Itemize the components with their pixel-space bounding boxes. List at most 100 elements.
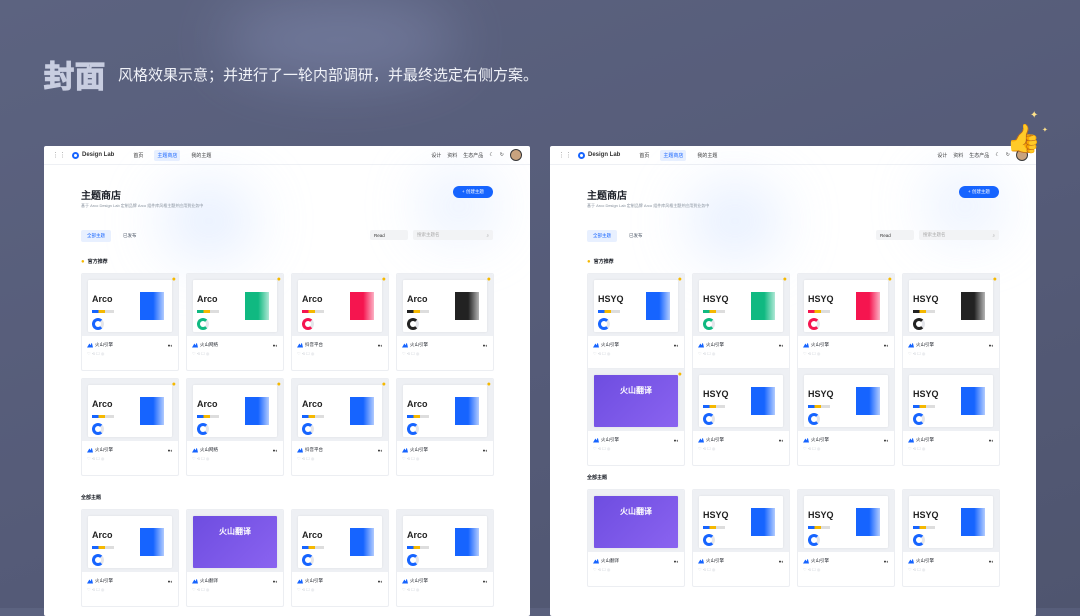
theme-card[interactable]: HSYQ ● 火山引擎 ●◐ ♡ ⟲ ☐ ◎ <box>797 273 895 371</box>
theme-card[interactable]: Arco 火山引擎 ●◐ ♡ ⟲ ☐ ◎ <box>396 509 494 607</box>
brand-logo-icon <box>593 558 599 564</box>
theme-card[interactable]: HSYQ 火山引擎 ●◐ ♡ ⟲ ☐ ◎ <box>692 489 790 587</box>
nav-docs[interactable]: 资料 <box>447 152 457 159</box>
theme-card[interactable]: HSYQ 火山引擎 ●◐ ♡ ⟲ ☐ ◎ <box>797 489 895 587</box>
logo[interactable]: Design Lab <box>578 151 620 159</box>
card-stats: ♡ ⟲ ☐ ◎ <box>297 587 315 592</box>
preview-brand: Arco <box>407 530 428 540</box>
preview-controls <box>808 405 830 408</box>
card-title-row: 火山翻译 ●◐ <box>593 558 679 564</box>
nav-tab-my-themes[interactable]: 我的主题 <box>694 150 720 161</box>
card-title-row: 火山引擎 ●◐ <box>402 342 488 348</box>
card-title: 火山网络 <box>192 342 218 348</box>
brand-logo-icon <box>297 342 303 348</box>
author-avatars: ●◐ <box>482 342 488 348</box>
preview-controls <box>913 310 935 313</box>
theme-card[interactable]: 火山翻译 火山翻译 ●◐ ♡ ⟲ ☐ ◎ <box>186 509 284 607</box>
card-title: 火山引擎 <box>402 578 428 584</box>
card-meta: 火山网络 ●◐ ♡ ⟲ ☐ ◎ <box>187 441 283 465</box>
theme-card[interactable]: Arco 火山引擎 ●◐ ♡ ⟲ ☐ ◎ <box>81 509 179 607</box>
tab-published[interactable]: 已发布 <box>117 230 143 242</box>
nav-tab-home[interactable]: 首页 <box>130 150 146 161</box>
preview-color-block <box>455 397 479 425</box>
preview-donut <box>913 413 925 425</box>
theme-card[interactable]: Arco ● 火山引擎 ●◐ ♡ ⟲ ☐ ◎ <box>396 273 494 371</box>
avatar[interactable] <box>510 149 522 161</box>
theme-card[interactable]: 火山翻译 火山翻译 ●◐ ♡ ⟲ ☐ ◎ <box>587 489 685 587</box>
card-stats: ♡ ⟲ ☐ ◎ <box>908 446 926 451</box>
theme-card[interactable]: Arco ● 抖音平台 ●◐ ♡ ⟲ ☐ ◎ <box>291 273 389 371</box>
sort-select[interactable]: Read <box>876 230 914 240</box>
recommended-badge-icon: ● <box>381 276 386 283</box>
theme-card[interactable]: Arco ● 抖音平台 ●◐ ♡ ⟲ ☐ ◎ <box>291 378 389 476</box>
card-name: 火山引擎 <box>95 447 113 452</box>
card-meta: 火山引擎 ●◐ ♡ ⟲ ☐ ◎ <box>82 441 178 465</box>
card-name: 火山引擎 <box>601 437 619 442</box>
sort-select[interactable]: Read <box>370 230 408 240</box>
theme-card[interactable]: Arco ● 火山网络 ●◐ ♡ ⟲ ☐ ◎ <box>186 273 284 371</box>
nav-tab-my-themes[interactable]: 我的主题 <box>188 150 214 161</box>
nav-tab-home[interactable]: 首页 <box>636 150 652 161</box>
theme-card[interactable]: Arco ● 火山引擎 ●◐ ♡ ⟲ ☐ ◎ <box>81 273 179 371</box>
brand-logo-icon <box>803 342 809 348</box>
brand-logo-icon <box>297 578 303 584</box>
search-input[interactable]: 搜索主题名 ⌕ <box>413 230 493 240</box>
theme-card[interactable]: Arco ● 火山网络 ●◐ ♡ ⟲ ☐ ◎ <box>186 378 284 476</box>
nav-tab-store[interactable]: 主题商店 <box>660 149 687 161</box>
tab-published[interactable]: 已发布 <box>623 230 649 242</box>
theme-card[interactable]: HSYQ 火山引擎 ●◐ ♡ ⟲ ☐ ◎ <box>692 368 790 466</box>
recommended-badge-icon: ● <box>486 276 491 283</box>
preview-brand: HSYQ <box>913 294 939 304</box>
tab-all-themes[interactable]: 全部主题 <box>587 230 617 242</box>
theme-card[interactable]: Arco 火山引擎 ●◐ ♡ ⟲ ☐ ◎ <box>291 509 389 607</box>
nav-design[interactable]: 设计 <box>937 152 947 159</box>
theme-card[interactable]: HSYQ 火山引擎 ●◐ ♡ ⟲ ☐ ◎ <box>902 489 1000 587</box>
preview-color-block <box>245 397 269 425</box>
nav-ecosystem[interactable]: 生态产品 <box>969 152 989 159</box>
apps-grid-icon[interactable]: ⋮⋮ <box>558 151 572 159</box>
search-input[interactable]: 搜索主题名 ⌕ <box>919 230 999 240</box>
nav-docs[interactable]: 资料 <box>953 152 963 159</box>
preview-donut <box>302 318 314 330</box>
preview-brand: 火山翻译 <box>620 507 652 516</box>
theme-card[interactable]: HSYQ 火山引擎 ●◐ ♡ ⟲ ☐ ◎ <box>797 368 895 466</box>
moon-icon[interactable]: ☾ <box>995 152 999 158</box>
create-theme-button[interactable]: + 创建主题 <box>959 186 999 198</box>
card-stats: ♡ ⟲ ☐ ◎ <box>908 567 926 572</box>
refresh-icon[interactable]: ↻ <box>500 152 504 158</box>
nav-ecosystem[interactable]: 生态产品 <box>463 152 483 159</box>
recommended-badge-icon: ● <box>887 276 892 283</box>
search-placeholder: 搜索主题名 <box>417 232 440 237</box>
create-theme-button[interactable]: + 创建主题 <box>453 186 493 198</box>
card-title: 火山引擎 <box>87 578 113 584</box>
theme-card[interactable]: HSYQ ● 火山引擎 ●◐ ♡ ⟲ ☐ ◎ <box>902 273 1000 371</box>
preview-screen: Arco <box>298 280 382 332</box>
theme-card[interactable]: HSYQ 火山引擎 ●◐ ♡ ⟲ ☐ ◎ <box>902 368 1000 466</box>
sparkle-icon: ✦ <box>1042 127 1048 134</box>
card-title: 火山引擎 <box>593 437 619 443</box>
tab-all-themes[interactable]: 全部主题 <box>81 230 111 242</box>
logo[interactable]: Design Lab <box>72 151 114 159</box>
section-label: 全部主题 <box>587 475 608 481</box>
brand-logo-icon <box>908 342 914 348</box>
preview-color-block <box>140 528 164 556</box>
card-stats: ♡ ⟲ ☐ ◎ <box>297 456 315 461</box>
card-title: 火山引擎 <box>908 437 934 443</box>
author-avatars: ●◐ <box>883 342 889 348</box>
preview-screen: HSYQ <box>804 280 888 332</box>
apps-grid-icon[interactable]: ⋮⋮ <box>52 151 66 159</box>
card-title: 抖音平台 <box>297 342 323 348</box>
theme-card[interactable]: HSYQ ● 火山引擎 ●◐ ♡ ⟲ ☐ ◎ <box>587 273 685 371</box>
moon-icon[interactable]: ☾ <box>489 152 493 158</box>
theme-card[interactable]: Arco ● 火山引擎 ●◐ ♡ ⟲ ☐ ◎ <box>396 378 494 476</box>
nav-design[interactable]: 设计 <box>431 152 441 159</box>
card-meta: 火山引擎 ●◐ ♡ ⟲ ☐ ◎ <box>903 552 999 576</box>
card-title: 火山引擎 <box>908 342 934 348</box>
theme-card[interactable]: HSYQ ● 火山引擎 ●◐ ♡ ⟲ ☐ ◎ <box>692 273 790 371</box>
card-preview: Arco ● <box>82 274 178 336</box>
theme-card[interactable]: 火山翻译 ● 火山引擎 ●◐ ♡ ⟲ ☐ ◎ <box>587 368 685 466</box>
preview-screen: Arco <box>403 385 487 437</box>
nav-tab-store[interactable]: 主题商店 <box>154 149 181 161</box>
theme-card[interactable]: Arco ● 火山引擎 ●◐ ♡ ⟲ ☐ ◎ <box>81 378 179 476</box>
card-title-row: 火山引擎 ●◐ <box>908 342 994 348</box>
